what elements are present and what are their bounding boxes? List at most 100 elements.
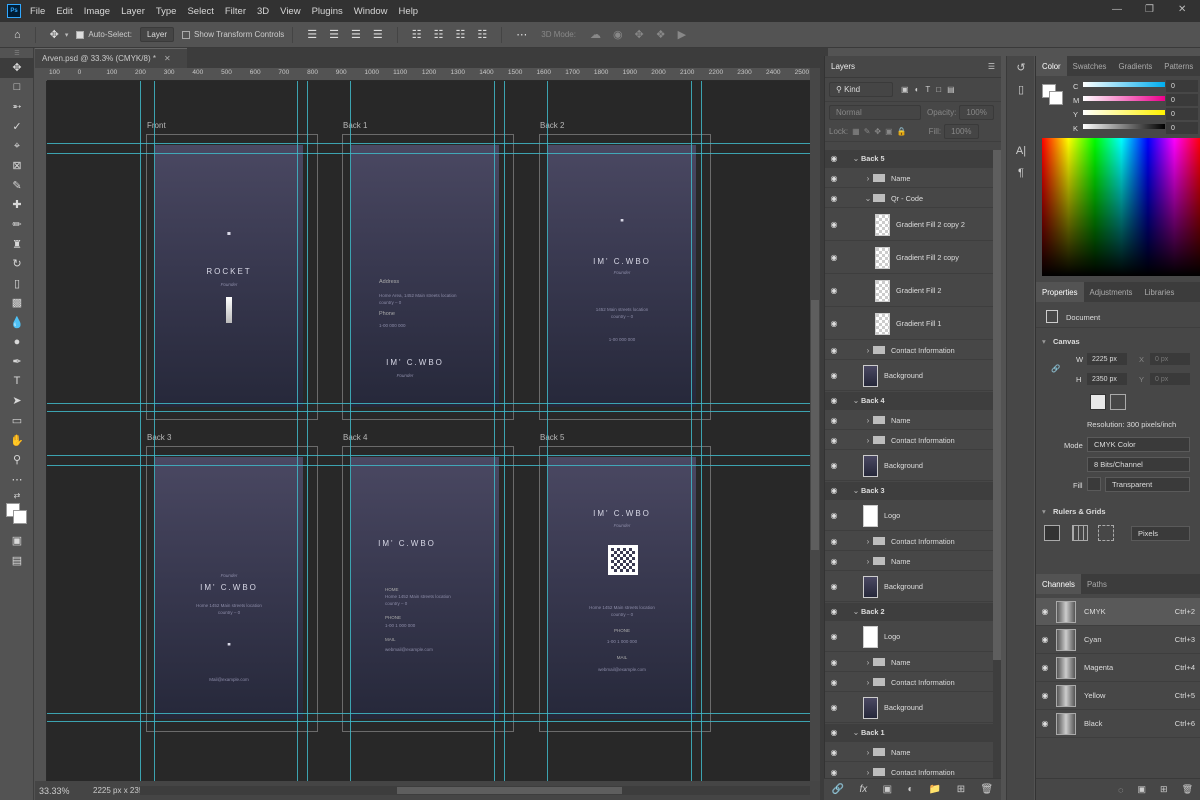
card-back-5[interactable]: IM' C.WBO Founder Home 1452 Main streets… xyxy=(539,446,711,732)
frame-tool-icon[interactable]: ⊠ xyxy=(0,156,34,176)
layer-style-icon[interactable]: fx xyxy=(860,784,868,795)
guide-vertical[interactable] xyxy=(307,81,308,781)
load-selection-icon[interactable]: ◌ xyxy=(1118,785,1123,795)
visibility-eye-icon[interactable]: ◉ xyxy=(827,582,841,591)
toolbar-collapse-icon[interactable]: ☰ xyxy=(0,48,34,58)
canvas-area[interactable]: Front ⬝ ROCKET Founder Back 1 Address Ho… xyxy=(47,81,810,781)
card-back-2[interactable]: ⬝ IM' C.WBO Founder 1452 Main streets lo… xyxy=(539,134,711,420)
rectangle-tool-icon[interactable]: ▭ xyxy=(0,411,34,431)
layer-row[interactable]: ◉ › Contact Information xyxy=(825,341,993,360)
visibility-eye-icon[interactable]: ◉ xyxy=(1038,635,1052,644)
visibility-eye-icon[interactable]: ◉ xyxy=(827,461,841,470)
zoom-level[interactable]: 33.33% xyxy=(39,786,89,796)
channel-row[interactable]: ◉ Yellow Ctrl+5 xyxy=(1036,682,1200,710)
units-dropdown[interactable]: Pixels xyxy=(1131,526,1190,541)
black-slider[interactable] xyxy=(1083,124,1165,129)
canvas-vertical-scrollbar[interactable] xyxy=(810,68,820,781)
width-input[interactable]: 2225 px xyxy=(1087,353,1127,365)
channel-row[interactable]: ◉ Black Ctrl+6 xyxy=(1036,710,1200,738)
comments-icon[interactable]: ▯ xyxy=(1007,78,1035,100)
layer-mask-icon[interactable]: ▣ xyxy=(883,784,892,795)
grid-toggle-icon[interactable] xyxy=(1072,525,1088,541)
visibility-eye-icon[interactable]: ◉ xyxy=(827,194,841,203)
menu-filter[interactable]: Filter xyxy=(225,6,246,17)
blur-tool-icon[interactable]: 💧 xyxy=(0,313,34,333)
filter-shape-icon[interactable]: □ xyxy=(936,85,941,94)
visibility-eye-icon[interactable]: ◉ xyxy=(827,436,841,445)
color-mode-dropdown[interactable]: CMYK Color xyxy=(1087,437,1190,452)
visibility-eye-icon[interactable]: ◉ xyxy=(827,371,841,380)
screen-mode-icon[interactable]: ▤ xyxy=(0,551,34,571)
filter-type-icon[interactable]: T xyxy=(925,85,930,94)
menu-help[interactable]: Help xyxy=(399,6,419,17)
chevron-down-icon[interactable]: ⌄ xyxy=(851,396,861,405)
close-icon[interactable]: ✕ xyxy=(1178,4,1186,15)
align-middle-icon[interactable]: ☷ xyxy=(434,28,444,41)
guide-horizontal[interactable] xyxy=(47,721,810,722)
visibility-eye-icon[interactable]: ◉ xyxy=(827,154,841,163)
quick-select-tool-icon[interactable]: ✓ xyxy=(0,117,34,137)
guide-vertical[interactable] xyxy=(691,81,692,781)
vertical-ruler[interactable] xyxy=(35,81,47,781)
visibility-eye-icon[interactable]: ◉ xyxy=(827,416,841,425)
restore-icon[interactable]: ❐ xyxy=(1145,4,1154,15)
cyan-input[interactable]: 0 xyxy=(1166,80,1198,92)
tab-channels[interactable]: Channels xyxy=(1036,574,1081,594)
lock-image-icon[interactable]: ✎ xyxy=(864,127,871,136)
align-right-icon[interactable]: ☰ xyxy=(351,28,361,41)
minimize-icon[interactable]: — xyxy=(1112,4,1122,15)
tab-swatches[interactable]: Swatches xyxy=(1067,56,1113,76)
lock-position-icon[interactable]: ✥ xyxy=(874,127,881,136)
layer-row[interactable]: ◉ ⌄ Back 5 xyxy=(825,150,993,168)
color-spectrum[interactable] xyxy=(1042,138,1200,276)
delete-layer-icon[interactable]: 🗑 xyxy=(981,784,994,795)
move-tool-icon[interactable]: ✥ xyxy=(50,28,59,41)
tab-gradients[interactable]: Gradients xyxy=(1112,56,1158,76)
guide-vertical[interactable] xyxy=(547,81,548,781)
character-icon[interactable]: A| xyxy=(1007,140,1035,162)
background-color-swatch[interactable] xyxy=(1049,91,1063,105)
fill-input[interactable]: 100% xyxy=(944,124,979,139)
menu-file[interactable]: File xyxy=(30,6,45,17)
yellow-slider[interactable] xyxy=(1083,110,1165,115)
guide-vertical[interactable] xyxy=(504,81,505,781)
visibility-eye-icon[interactable]: ◉ xyxy=(827,607,841,616)
guide-horizontal[interactable] xyxy=(47,465,810,466)
camera-3d-icon[interactable]: ▶ xyxy=(678,28,686,41)
guide-vertical[interactable] xyxy=(140,81,141,781)
chevron-right-icon[interactable]: › xyxy=(863,436,873,445)
tab-color[interactable]: Color xyxy=(1036,56,1067,76)
menu-type[interactable]: Type xyxy=(156,6,177,17)
layer-row[interactable]: ◉ › Contact Information xyxy=(825,431,993,450)
new-layer-icon[interactable]: ⊞ xyxy=(957,784,965,795)
layer-row[interactable]: ◉ Logo xyxy=(825,622,993,652)
paragraph-icon[interactable]: ¶ xyxy=(1007,162,1035,184)
visibility-eye-icon[interactable]: ◉ xyxy=(1038,691,1052,700)
chevron-down-icon[interactable]: ⌄ xyxy=(851,154,861,163)
visibility-eye-icon[interactable]: ◉ xyxy=(827,396,841,405)
zoom-tool-icon[interactable]: ⚲ xyxy=(0,450,34,470)
layer-row[interactable]: ◉ ⌄ Back 2 xyxy=(825,603,993,621)
pen-tool-icon[interactable]: ✒ xyxy=(0,352,34,372)
ruler-corner[interactable] xyxy=(35,68,47,81)
chevron-down-icon[interactable]: ⌄ xyxy=(863,194,873,203)
layer-row[interactable]: ◉ › Contact Information xyxy=(825,673,993,692)
eyedropper-tool-icon[interactable]: ✎ xyxy=(0,176,34,196)
drag-3d-icon[interactable]: ✥ xyxy=(635,28,644,41)
align-left-icon[interactable]: ☰ xyxy=(307,28,317,41)
portrait-orientation-icon[interactable] xyxy=(1090,394,1106,410)
distribute-vertical-icon[interactable]: ☷ xyxy=(477,28,487,41)
visibility-eye-icon[interactable]: ◉ xyxy=(827,253,841,262)
roll-3d-icon[interactable]: ◉ xyxy=(613,28,623,41)
menu-image[interactable]: Image xyxy=(84,6,110,17)
chevron-right-icon[interactable]: › xyxy=(863,416,873,425)
visibility-eye-icon[interactable]: ◉ xyxy=(827,319,841,328)
chevron-down-icon[interactable]: ⌄ xyxy=(851,607,861,616)
visibility-eye-icon[interactable]: ◉ xyxy=(827,658,841,667)
fill-swatch[interactable] xyxy=(1087,477,1101,491)
height-input[interactable]: 2350 px xyxy=(1087,373,1127,385)
magenta-slider[interactable] xyxy=(1083,96,1165,101)
panel-menu-icon[interactable]: ☰ xyxy=(988,62,995,71)
visibility-eye-icon[interactable]: ◉ xyxy=(827,174,841,183)
visibility-eye-icon[interactable]: ◉ xyxy=(827,220,841,229)
